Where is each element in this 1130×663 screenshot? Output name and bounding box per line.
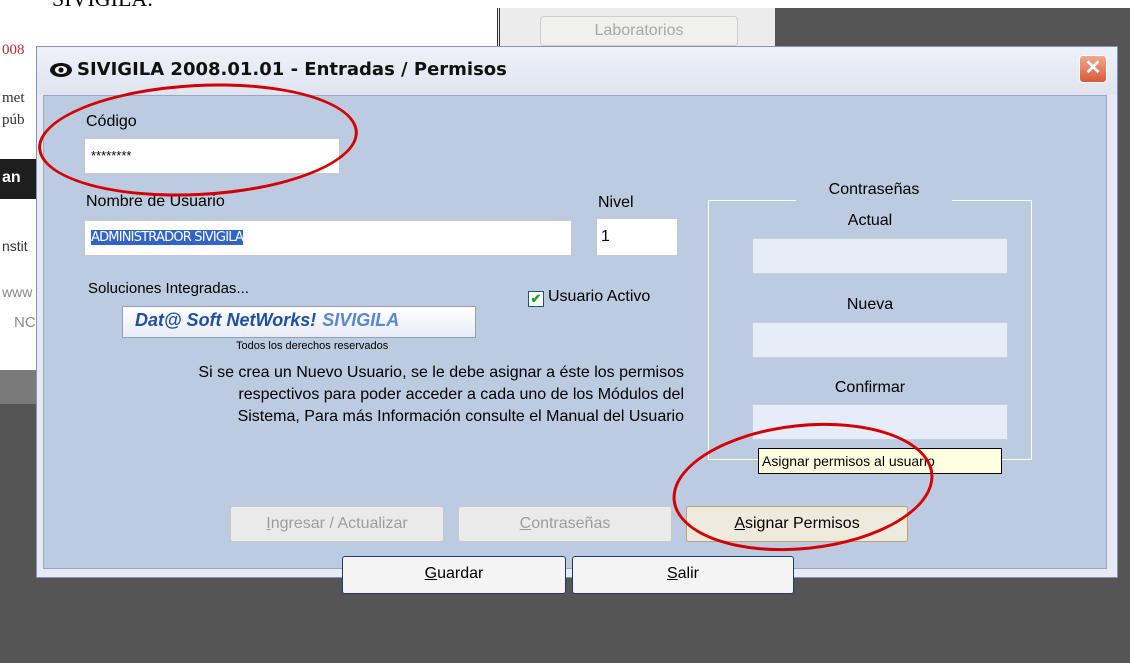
background-text-fragment: met [2, 90, 25, 106]
background-dark-band: an [0, 159, 38, 199]
confirmar-label: Confirmar [834, 379, 906, 396]
salir-label: Salir [666, 565, 699, 582]
nueva-label: Nueva [846, 296, 894, 313]
app-eye-icon [49, 61, 73, 79]
usuario-activo-label: Usuario Activo [548, 288, 651, 305]
info-text: Si se crea un Nuevo Usuario, se le debe … [104, 362, 684, 428]
nivel-field[interactable]: 1 [596, 218, 678, 256]
background-text-fragment: www [2, 284, 33, 300]
logo-text: Dat@ Soft NetWorks! SIVIGILA [135, 310, 399, 331]
info-line: respectivos para poder acceder a cada un… [238, 386, 684, 403]
contrasenas-button-label: Contraseñas [519, 515, 611, 532]
ingresar-actualizar-label: Ingresar / Actualizar [266, 515, 408, 532]
usuario-field-value: ADMINISTRADOR SIVIGILA [91, 230, 244, 245]
actual-password-field[interactable] [752, 238, 1008, 274]
company-logo: Dat@ Soft NetWorks! SIVIGILA [122, 306, 476, 338]
background-left-page: 008 met púb an nstit www NC [0, 8, 38, 404]
salir-button[interactable]: Salir [572, 556, 794, 594]
nivel-label: Nivel [598, 194, 634, 211]
info-line: Sistema, Para más Información consulte e… [237, 408, 684, 425]
background-text-fragment: an [2, 169, 21, 186]
background-gray-band [0, 370, 38, 404]
nueva-password-field[interactable] [752, 322, 1008, 358]
usuario-activo-checkbox[interactable]: ✔ [528, 291, 544, 307]
window-title: SIVIGILA 2008.01.01 - Entradas / Permiso… [77, 59, 507, 80]
guardar-label: Guardar [424, 565, 484, 582]
background-text-fragment: 008 [2, 42, 25, 58]
actual-label: Actual [847, 212, 893, 229]
background-doc-heading: SIVIGILA. [52, 0, 153, 12]
logo-main-text: Dat@ Soft NetWorks! [135, 310, 317, 330]
rights-text: Todos los derechos reservados [236, 340, 389, 352]
usuario-field[interactable]: ADMINISTRADOR SIVIGILA [84, 220, 572, 256]
branding-caption: Soluciones Integradas... [88, 280, 249, 297]
background-laboratorios-button[interactable]: Laboratorios [540, 16, 738, 46]
background-text-fragment: púb [2, 112, 25, 128]
logo-product-text: SIVIGILA [322, 310, 400, 330]
contrasenas-group-title: Contraseñas [796, 178, 952, 203]
guardar-button[interactable]: Guardar [342, 556, 566, 594]
close-button[interactable]: ✕ [1079, 55, 1107, 83]
ingresar-actualizar-button[interactable]: Ingresar / Actualizar [230, 506, 444, 542]
background-text-fragment: NC [14, 314, 36, 331]
info-line: Si se crea un Nuevo Usuario, se le debe … [198, 364, 684, 381]
background-text-fragment: nstit [2, 238, 28, 254]
contrasenas-button[interactable]: Contraseñas [458, 506, 672, 542]
